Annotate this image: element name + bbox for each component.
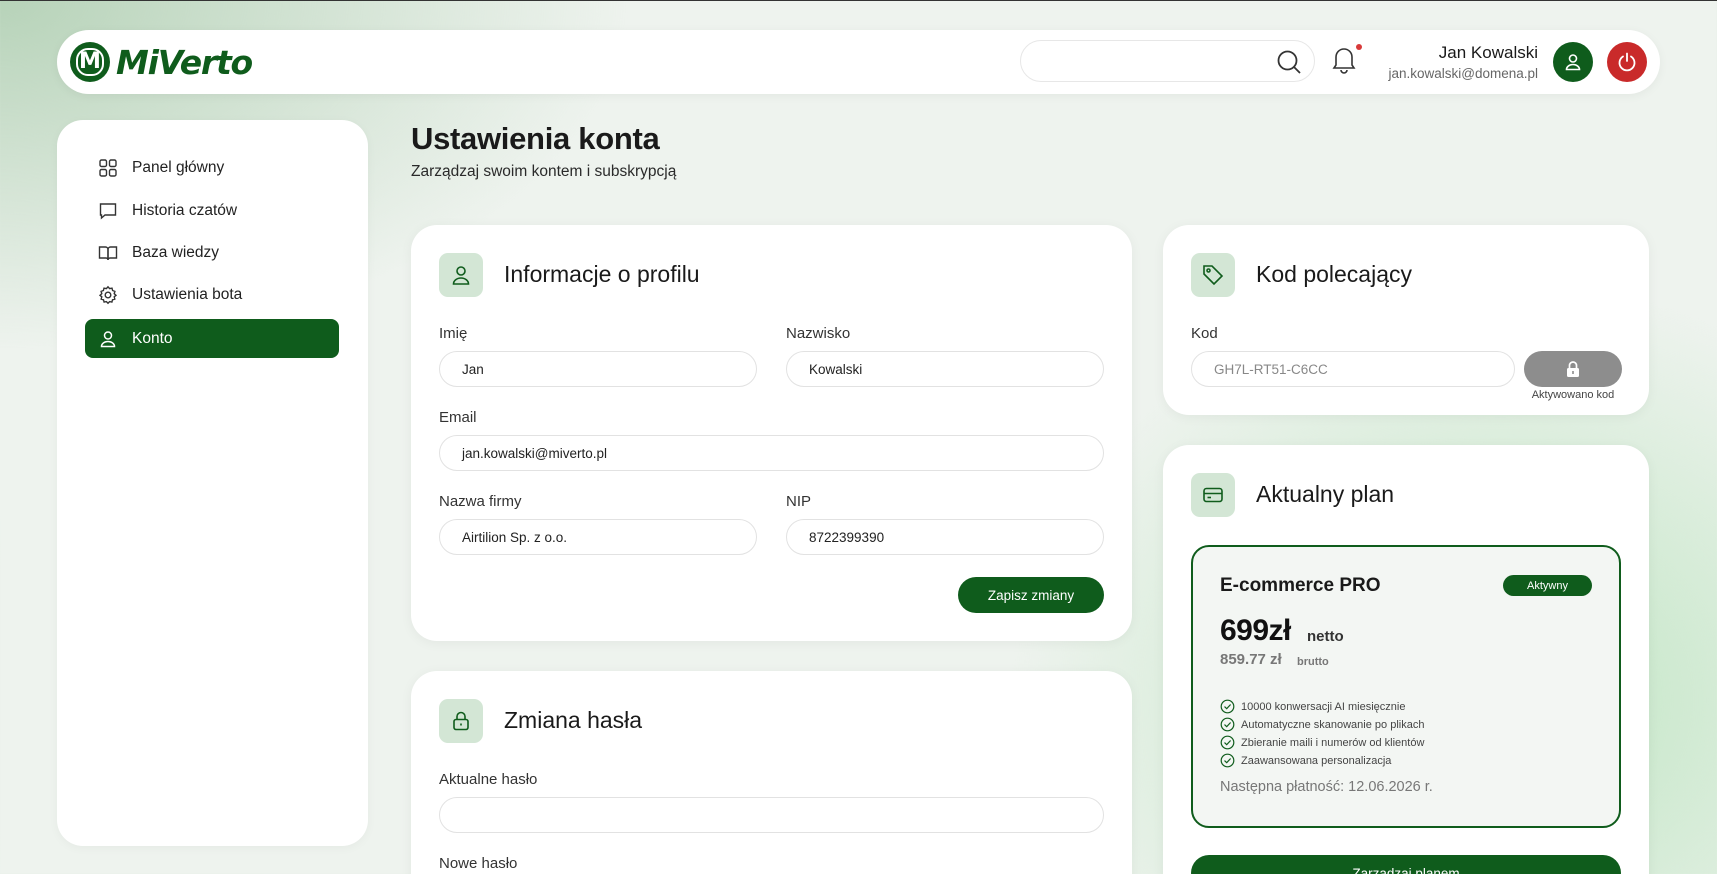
card-title: Aktualny plan [1256, 481, 1395, 507]
last-name-label: Nazwisko [786, 325, 851, 342]
sidebar-item-history[interactable]: Historia czatów [85, 191, 339, 230]
sidebar-item-label: Konto [132, 329, 173, 347]
logout-button[interactable] [1607, 42, 1647, 82]
bell-icon[interactable] [1330, 44, 1358, 74]
top-bar: M MiVerto Jan Kowalski jan.kowalski@dome… [57, 30, 1660, 94]
new-password-label: Nowe hasło [439, 855, 518, 872]
plan-feature-text: Zbieranie maili i numerów od klientów [1241, 736, 1425, 749]
price-brutto: 859.77 zł [1220, 651, 1282, 668]
plan-feature: Automatyczne skanowanie po plikach [1220, 717, 1424, 732]
email-field[interactable]: jan.kowalski@miverto.pl [439, 435, 1104, 471]
card-icon-box [1191, 253, 1235, 297]
sidebar-item-label: Ustawienia bota [132, 285, 243, 303]
next-payment: Następna płatność: 12.06.2026 r. [1220, 779, 1433, 795]
gear-icon [98, 285, 118, 304]
manage-plan-button[interactable]: Zarządzaj planem [1191, 855, 1621, 874]
plan-feature-text: Automatyczne skanowanie po plikach [1241, 718, 1425, 731]
user-icon [100, 330, 116, 347]
brutto-label: brutto [1297, 656, 1329, 668]
logo[interactable]: M MiVerto [70, 41, 253, 83]
password-card: Zmiana hasła Aktualne hasło Nowe hasło [411, 671, 1132, 874]
card-icon-box [439, 699, 483, 743]
code-label: Kod [1191, 325, 1218, 342]
first-name-field[interactable]: Jan [439, 351, 757, 387]
referral-card: Kod polecający Kod GH7L-RT51-C6CC Aktywo… [1163, 225, 1649, 415]
logo-text: MiVerto [116, 42, 253, 82]
page-subtitle: Zarządzaj swoim kontem i subskrypcją [411, 163, 677, 180]
power-icon [1618, 52, 1636, 72]
grid-icon [99, 158, 117, 177]
sidebar: Panel główny Historia czatów Baza wiedzy… [57, 120, 368, 846]
card-title: Zmiana hasła [504, 707, 643, 733]
plan-feature-text: 10000 konwersacji AI miesięcznie [1241, 700, 1406, 713]
user-email: jan.kowalski@domena.pl [1388, 66, 1538, 81]
price-suffix: netto [1307, 628, 1344, 645]
search-icon[interactable] [1276, 49, 1302, 75]
window-top-border [0, 0, 1717, 1]
user-icon [452, 266, 470, 285]
plan-feature: Zbieranie maili i numerów od klientów [1220, 735, 1424, 750]
plan-feature: Zaawansowana personalizacja [1220, 753, 1391, 768]
page-title: Ustawienia konta [411, 121, 660, 156]
tag-icon [1203, 265, 1224, 286]
credit-card-icon [1203, 487, 1223, 503]
lock-icon [453, 711, 469, 731]
sidebar-item-label: Panel główny [132, 158, 225, 176]
sidebar-item-label: Baza wiedzy [132, 243, 220, 261]
activate-code-button[interactable] [1524, 351, 1622, 387]
company-field[interactable]: Airtilion Sp. z o.o. [439, 519, 757, 555]
search-input[interactable] [1020, 40, 1315, 82]
plan-feature-text: Zaawansowana personalizacja [1241, 754, 1392, 767]
sidebar-item-panel[interactable]: Panel główny [85, 148, 339, 187]
sidebar-item-bot-settings[interactable]: Ustawienia bota [85, 275, 339, 314]
check-circle-icon [1220, 735, 1235, 750]
plan-name: E-commerce PRO [1220, 575, 1381, 596]
current-password-label: Aktualne hasło [439, 771, 538, 788]
plan-feature: 10000 konwersacji AI miesięcznie [1220, 699, 1405, 714]
plan-card: Aktualny plan E-commerce PRO Aktywny 699… [1163, 445, 1649, 874]
chat-icon [99, 202, 117, 220]
lock-icon [1567, 361, 1579, 377]
check-circle-icon [1220, 699, 1235, 714]
sidebar-item-knowledge[interactable]: Baza wiedzy [85, 233, 339, 272]
status-badge: Aktywny [1503, 575, 1592, 596]
plan-price: 699zł [1220, 614, 1291, 647]
card-title: Kod polecający [1256, 261, 1412, 287]
nip-label: NIP [786, 493, 812, 510]
company-label: Nazwa firmy [439, 493, 522, 510]
sidebar-item-account[interactable]: Konto [85, 319, 339, 358]
notification-dot [1356, 44, 1362, 50]
plan-details: E-commerce PRO Aktywny 699zł netto 859.7… [1191, 545, 1621, 828]
sidebar-item-label: Historia czatów [132, 201, 238, 219]
logo-mark-icon: M [70, 42, 110, 82]
email-label: Email [439, 409, 477, 426]
profile-button[interactable] [1553, 42, 1593, 82]
first-name-label: Imię [439, 325, 468, 342]
profile-card: Informacje o profilu Imię Jan Nazwisko K… [411, 225, 1132, 641]
logo-letter: M [76, 48, 104, 76]
nip-field[interactable]: 8722399390 [786, 519, 1104, 555]
card-title: Informacje o profilu [504, 261, 700, 287]
user-icon [1565, 54, 1581, 71]
last-name-field[interactable]: Kowalski [786, 351, 1104, 387]
check-circle-icon [1220, 753, 1235, 768]
user-name: Jan Kowalski [1438, 43, 1538, 62]
book-icon [98, 245, 118, 260]
card-icon-box [439, 253, 483, 297]
referral-code-field[interactable]: GH7L-RT51-C6CC [1191, 351, 1515, 387]
card-icon-box [1191, 473, 1235, 517]
activated-text: Aktywowano kod [1531, 389, 1615, 401]
current-password-field[interactable] [439, 797, 1104, 833]
save-button[interactable]: Zapisz zmiany [958, 577, 1104, 613]
check-circle-icon [1220, 717, 1235, 732]
